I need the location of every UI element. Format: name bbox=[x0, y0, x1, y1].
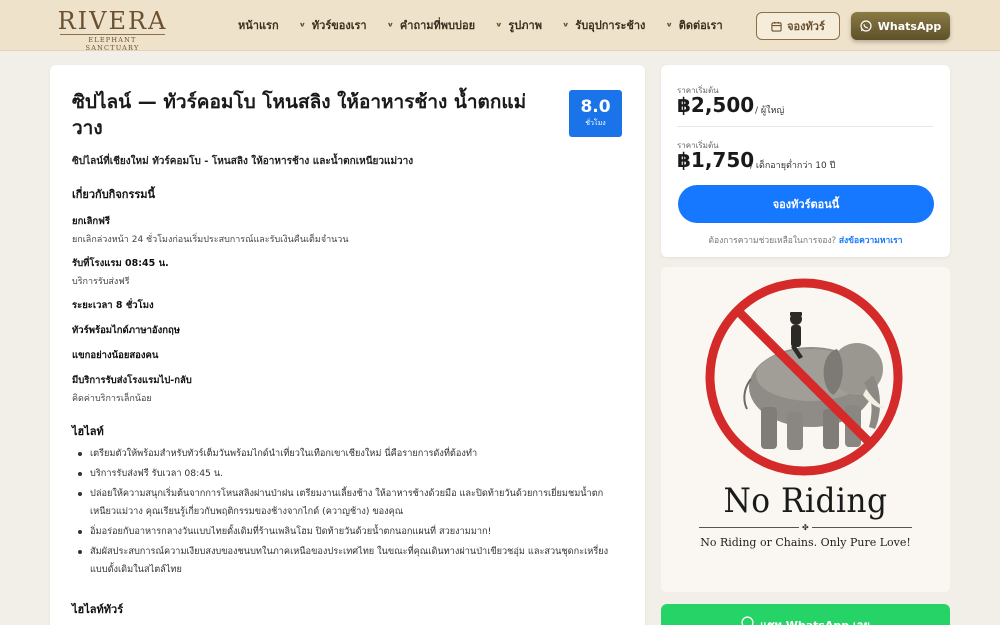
brand-tagline: ELEPHANT SANCTUARY bbox=[60, 34, 165, 52]
about-item-title: รับที่โรงแรม 08:45 น. bbox=[72, 258, 169, 269]
whatsapp-label: WhatsApp bbox=[877, 19, 942, 33]
no-riding-tagline: No Riding or Chains. Only Pure Love! bbox=[700, 536, 911, 549]
main-nav: หน้าแรก ∨ ทัวร์ของเรา ∨ คำถามที่พบบ่อย ∨… bbox=[238, 16, 743, 34]
adult-price-unit: / ผู้ใหญ่ bbox=[755, 106, 785, 116]
duration-unit: ชั่วโมง bbox=[585, 119, 606, 127]
nav-item-label: หน้าแรก bbox=[238, 19, 279, 32]
help-text: ต้องการความช่วยเหลือในการจอง? bbox=[708, 236, 837, 246]
chevron-down-icon: ∨ bbox=[386, 21, 394, 29]
adult-price-amount: ฿2,500 bbox=[677, 93, 755, 117]
chevron-down-icon: ∨ bbox=[561, 21, 570, 29]
list-item: สัมผัสประสบการณ์ความเงียบสงบของชนบทในภาค… bbox=[78, 543, 623, 579]
whatsapp-chat-label: แชท WhatsApp เลย bbox=[760, 616, 870, 625]
list-item: เตรียมตัวให้พร้อมสำหรับทัวร์เต็มวันพร้อม… bbox=[78, 445, 623, 463]
about-item-title: มีบริการรับส่งโรงแรมไป-กลับ bbox=[72, 375, 192, 386]
about-item-title: ยกเลิกฟรี bbox=[72, 216, 110, 227]
price-divider bbox=[677, 126, 933, 127]
nav-item-tours[interactable]: ∨ ทัวร์ของเรา bbox=[299, 16, 367, 34]
nav-item-home[interactable]: หน้าแรก bbox=[238, 16, 279, 34]
brand-name: RIVERA bbox=[57, 7, 168, 35]
about-item-desc: ยกเลิกล่วงหน้า 24 ชั่วโมงก่อนเริ่มประสบก… bbox=[72, 235, 349, 245]
tour-subtitle: ซิปไลน์ที่เชียงใหม่ ทัวร์คอมโบ - โหนสลิง… bbox=[72, 156, 414, 167]
tour-details-card: ซิปไลน์ — ทัวร์คอมโบ โหนสลิง ให้อาหารช้า… bbox=[50, 65, 645, 625]
brand-logo[interactable]: RIVERA ELEPHANT SANCTUARY bbox=[50, 7, 175, 52]
nav-item-label: ทัวร์ของเรา bbox=[311, 19, 367, 32]
no-riding-image: No Riding ✤ No Riding or Chains. Only Pu… bbox=[661, 267, 950, 592]
about-item-title: ระยะเวลา 8 ชั่วโมง bbox=[72, 300, 154, 311]
nav-item-label: รูปภาพ bbox=[508, 19, 542, 32]
ornament-icon: ✤ bbox=[799, 523, 812, 532]
help-text-row: ต้องการความช่วยเหลือในการจอง? ส่งข้อความ… bbox=[661, 233, 950, 247]
no-riding-illustration bbox=[705, 278, 903, 476]
about-heading: เกี่ยวกับกิจกรรมนี้ bbox=[72, 188, 156, 201]
list-item: อิ่มอร่อยกับอาหารกลางวันแบบไทยดั้งเดิมที… bbox=[78, 523, 623, 541]
whatsapp-icon bbox=[741, 616, 754, 625]
book-tour-label: จองทัวร์ bbox=[787, 20, 825, 33]
send-message-link[interactable]: ส่งข้อความหาเรา bbox=[839, 236, 903, 246]
list-item: ปล่อยให้ความสนุกเริ่มต้นจากการโหนสลิงผ่า… bbox=[78, 485, 623, 521]
child-price-amount: ฿1,750 bbox=[677, 148, 755, 172]
nav-item-label: รับอุปการะช้าง bbox=[575, 19, 646, 32]
nav-item-adopt[interactable]: ∨ รับอุปการะช้าง bbox=[562, 16, 645, 34]
child-price-unit: / เด็กอายุต่ำกว่า 10 ปี bbox=[750, 161, 836, 171]
list-item: บริการรับส่งฟรี รับเวลา 08:45 น. bbox=[78, 465, 623, 483]
whatsapp-icon bbox=[860, 20, 872, 32]
highlights-list: เตรียมตัวให้พร้อมสำหรับทัวร์เต็มวันพร้อม… bbox=[78, 445, 623, 581]
highlights-heading: ไฮไลท์ bbox=[72, 425, 104, 438]
whatsapp-chat-button[interactable]: แชท WhatsApp เลย bbox=[661, 604, 950, 625]
calendar-icon bbox=[771, 21, 782, 32]
chevron-down-icon: ∨ bbox=[298, 21, 306, 29]
nav-item-faq[interactable]: ∨ คำถามที่พบบ่อย bbox=[387, 16, 475, 34]
pricing-card: ราคาเริ่มต้น ฿2,500 / ผู้ใหญ่ ราคาเริ่มต… bbox=[661, 65, 950, 257]
whatsapp-button[interactable]: WhatsApp bbox=[851, 12, 950, 40]
book-now-button[interactable]: จองทัวร์ตอนนี้ bbox=[678, 185, 934, 223]
duration-value: 8.0 bbox=[580, 97, 611, 117]
book-tour-button[interactable]: จองทัวร์ bbox=[756, 12, 840, 40]
about-item-title: แขกอย่างน้อยสองคน bbox=[72, 350, 159, 361]
tour-highlights-heading: ไฮไลท์ทัวร์ bbox=[72, 603, 124, 616]
chevron-down-icon: ∨ bbox=[665, 21, 673, 29]
site-header: RIVERA ELEPHANT SANCTUARY หน้าแรก ∨ ทัวร… bbox=[0, 0, 1000, 52]
about-item-title: ทัวร์พร้อมไกด์ภาษาอังกฤษ bbox=[72, 325, 181, 336]
duration-badge: 8.0 ชั่วโมง bbox=[569, 90, 622, 137]
nav-item-gallery[interactable]: ∨ รูปภาพ bbox=[495, 16, 542, 34]
nav-item-contact[interactable]: ∨ ติดต่อเรา bbox=[665, 16, 722, 34]
nav-item-label: คำถามที่พบบ่อย bbox=[399, 19, 476, 32]
chevron-down-icon: ∨ bbox=[495, 21, 503, 29]
tour-title: ซิปไลน์ — ทัวร์คอมโบ โหนสลิง ให้อาหารช้า… bbox=[72, 91, 527, 139]
about-item-desc: บริการรับส่งฟรี bbox=[72, 277, 130, 287]
no-riding-headline: No Riding bbox=[723, 481, 888, 521]
nav-item-label: ติดต่อเรา bbox=[678, 19, 723, 32]
about-item-desc: คิดค่าบริการเล็กน้อย bbox=[72, 394, 152, 404]
